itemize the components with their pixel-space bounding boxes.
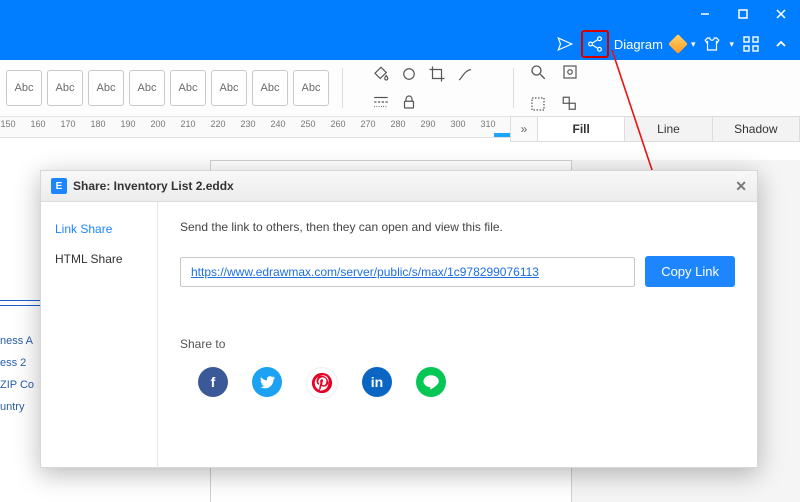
ruler-tick: 310 (478, 119, 498, 129)
ribbon: Abc Abc Abc Abc Abc Abc Abc Abc (0, 60, 800, 117)
caret-down-icon[interactable]: ▾ (729, 39, 734, 50)
facebook-icon[interactable]: f (198, 367, 228, 397)
field-label: ess 2 (0, 352, 34, 374)
caret-down-icon[interactable]: ▾ (691, 39, 696, 50)
nav-html-share[interactable]: HTML Share (41, 244, 157, 274)
ruler-tick: 300 (448, 119, 468, 129)
linkedin-icon[interactable]: in (362, 367, 392, 397)
ruler-tick: 150 (0, 119, 18, 129)
style-preset[interactable]: Abc (6, 70, 42, 106)
tab-line[interactable]: Line (625, 116, 712, 142)
maximize-button[interactable] (724, 0, 762, 28)
line-style-icon[interactable] (370, 91, 392, 113)
shape-tool-icon[interactable] (398, 63, 420, 85)
ruler-tick: 160 (28, 119, 48, 129)
share-to-label: Share to (180, 337, 735, 351)
share-icon[interactable] (582, 31, 608, 57)
menubar: Diagram ▾ ▾ (0, 28, 800, 60)
dialog-header: E Share: Inventory List 2.eddx ✕ (41, 171, 757, 202)
separator (513, 68, 514, 108)
ruler-tick: 270 (358, 119, 378, 129)
style-preset[interactable]: Abc (129, 70, 165, 106)
sidebar-fields: ness A ess 2 ZIP Co untry (0, 330, 34, 418)
tab-fill[interactable]: Fill (538, 116, 625, 142)
close-window-button[interactable] (762, 0, 800, 28)
dialog-title: Share: Inventory List 2.eddx (73, 179, 234, 193)
style-preset[interactable]: Abc (211, 70, 247, 106)
line-tool-icon[interactable] (454, 63, 476, 85)
instruction-text: Send the link to others, then they can o… (180, 220, 735, 234)
ruler-tick: 240 (268, 119, 288, 129)
ruler-tick: 280 (388, 119, 408, 129)
ruler-tick: 210 (178, 119, 198, 129)
ruler-tick: 230 (238, 119, 258, 129)
diamond-icon (668, 34, 688, 54)
style-preset[interactable]: Abc (88, 70, 124, 106)
lock-tool-icon[interactable] (398, 91, 420, 113)
ruler-tick: 190 (118, 119, 138, 129)
minimize-button[interactable] (686, 0, 724, 28)
collapse-ribbon-icon[interactable] (768, 31, 794, 57)
field-label: ness A (0, 330, 34, 352)
share-url[interactable]: https://www.edrawmax.com/server/public/s… (191, 265, 539, 279)
copy-link-button[interactable]: Copy Link (645, 256, 735, 287)
twitter-icon[interactable] (252, 367, 282, 397)
style-preset[interactable]: Abc (170, 70, 206, 106)
share-dialog: E Share: Inventory List 2.eddx ✕ Link Sh… (40, 170, 758, 468)
ruler-tick: 290 (418, 119, 438, 129)
zoom-tool-icon[interactable] (527, 61, 549, 83)
select-tool-icon[interactable] (527, 93, 549, 115)
share-url-box[interactable]: https://www.edrawmax.com/server/public/s… (180, 257, 635, 287)
send-icon[interactable] (552, 31, 578, 57)
ruler-tick: 250 (298, 119, 318, 129)
ruler-tick: 260 (328, 119, 348, 129)
close-dialog-button[interactable]: ✕ (735, 178, 747, 195)
style-preset[interactable]: Abc (47, 70, 83, 106)
style-preset[interactable]: Abc (293, 70, 329, 106)
titlebar (0, 0, 800, 28)
group-tool-icon[interactable] (559, 93, 581, 115)
ruler-tick: 170 (58, 119, 78, 129)
shirt-icon[interactable] (699, 31, 725, 57)
app-logo-icon: E (51, 178, 67, 194)
fill-tool-icon[interactable] (370, 63, 392, 85)
separator (342, 68, 343, 108)
crop-tool-icon[interactable] (426, 63, 448, 85)
dialog-nav: Link Share HTML Share (41, 202, 158, 468)
expand-panel-icon[interactable]: » (510, 116, 538, 142)
ruler-tick: 200 (148, 119, 168, 129)
dialog-content: Send the link to others, then they can o… (158, 202, 757, 468)
nav-link-share[interactable]: Link Share (41, 214, 157, 244)
line-icon[interactable] (416, 367, 446, 397)
pinterest-icon[interactable] (306, 367, 338, 399)
style-preset[interactable]: Abc (252, 70, 288, 106)
social-buttons: f in (180, 367, 735, 399)
tab-shadow[interactable]: Shadow (713, 116, 800, 142)
field-label: untry (0, 396, 34, 418)
format-panel-tabs: » Fill Line Shadow (510, 116, 800, 140)
ruler-tick: 220 (208, 119, 228, 129)
apps-icon[interactable] (738, 31, 764, 57)
fit-page-icon[interactable] (559, 61, 581, 83)
tool-group (370, 63, 500, 113)
document-title: Diagram (612, 37, 665, 52)
ruler-tick: 180 (88, 119, 108, 129)
field-label: ZIP Co (0, 374, 34, 396)
